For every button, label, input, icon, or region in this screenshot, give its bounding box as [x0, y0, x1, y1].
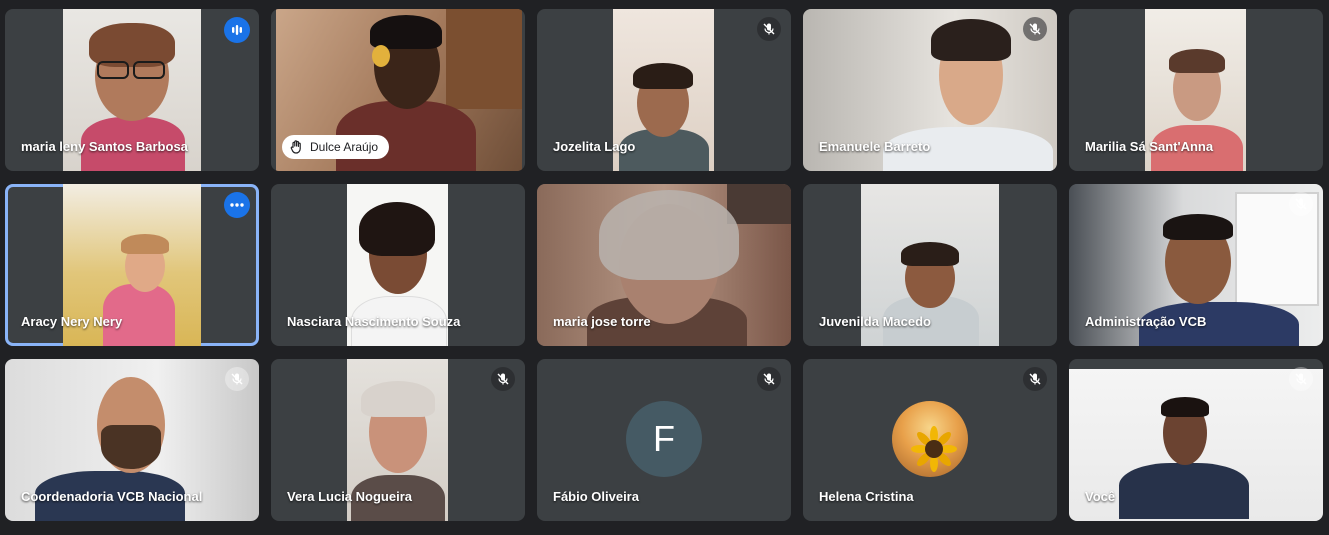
participant-tile[interactable]: Juvenilda Macedo: [803, 184, 1057, 346]
audio-bars-icon: [232, 25, 242, 35]
participant-name: Emanuele Barreto: [819, 139, 931, 154]
participant-tile[interactable]: Vera Lucia Nogueira: [271, 359, 525, 521]
participant-name: maria jose torre: [553, 314, 651, 329]
participant-tile[interactable]: Aracy Nery Nery: [5, 184, 259, 346]
participant-name: Helena Cristina: [819, 489, 914, 504]
mic-off-icon: [1295, 373, 1307, 385]
participant-tile[interactable]: Coordenadoria VCB Nacional: [5, 359, 259, 521]
mic-off-icon: [1029, 23, 1041, 35]
mic-off-icon: [1295, 198, 1307, 210]
participant-name: Administração VCB: [1085, 314, 1207, 329]
mute-indicator: [1289, 192, 1313, 216]
raised-hand-badge: Dulce Araújo: [282, 135, 390, 159]
mute-indicator: [757, 367, 781, 391]
raised-hand-icon: [290, 140, 301, 154]
more-options-icon: [230, 203, 244, 207]
mic-off-icon: [231, 373, 243, 385]
mic-off-icon: [497, 373, 509, 385]
avatar: [892, 401, 968, 477]
participant-name: maria leny Santos Barbosa: [21, 139, 188, 154]
participant-tile[interactable]: Você: [1069, 359, 1323, 521]
participant-name: Juvenilda Macedo: [819, 314, 931, 329]
participant-tile[interactable]: maria jose torre: [537, 184, 791, 346]
participant-name: Marilia Sá Sant'Anna: [1085, 139, 1214, 154]
mute-indicator: [1023, 367, 1047, 391]
participant-grid: maria leny Santos Barbosa Dulce Araújo J…: [0, 0, 1329, 535]
participant-name: Coordenadoria VCB Nacional: [21, 489, 203, 504]
mute-indicator: [1289, 367, 1313, 391]
participant-tile[interactable]: Helena Cristina: [803, 359, 1057, 521]
speaking-badge: [224, 17, 250, 43]
more-options-button[interactable]: [224, 192, 250, 218]
mute-indicator: [225, 367, 249, 391]
participant-name: Aracy Nery Nery: [21, 314, 123, 329]
mic-off-icon: [763, 373, 775, 385]
participant-name: Vera Lucia Nogueira: [287, 489, 412, 504]
participant-tile[interactable]: Dulce Araújo: [271, 9, 525, 171]
participant-tile[interactable]: maria leny Santos Barbosa: [5, 9, 259, 171]
mic-off-icon: [763, 23, 775, 35]
participant-tile[interactable]: F Fábio Oliveira: [537, 359, 791, 521]
mute-indicator: [491, 367, 515, 391]
mute-indicator: [1023, 17, 1047, 41]
participant-tile[interactable]: Jozelita Lago: [537, 9, 791, 171]
participant-name: Jozelita Lago: [553, 139, 636, 154]
sunflower-icon: [911, 426, 957, 472]
participant-name: Fábio Oliveira: [553, 489, 639, 504]
participant-tile[interactable]: Emanuele Barreto: [803, 9, 1057, 171]
mic-off-icon: [1029, 373, 1041, 385]
mute-indicator: [757, 17, 781, 41]
avatar: F: [626, 401, 702, 477]
participant-tile[interactable]: Administração VCB: [1069, 184, 1323, 346]
participant-name: Nasciara Nascimento Souza: [287, 314, 461, 329]
participant-tile[interactable]: Nasciara Nascimento Souza: [271, 184, 525, 346]
participant-name: Você: [1085, 489, 1116, 504]
participant-tile[interactable]: Marilia Sá Sant'Anna: [1069, 9, 1323, 171]
participant-name: Dulce Araújo: [310, 140, 379, 154]
